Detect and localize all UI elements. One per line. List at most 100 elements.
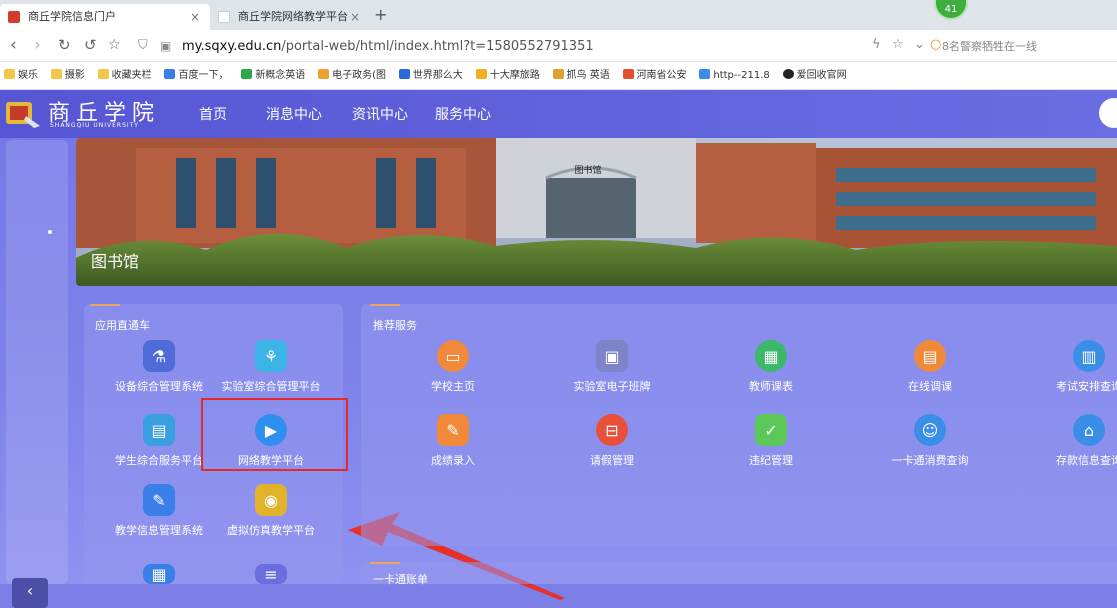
- card-accent: [90, 304, 120, 306]
- app-more-1[interactable]: ▦: [104, 564, 214, 584]
- globe-icon: [699, 69, 711, 79]
- university-logo-icon[interactable]: [4, 96, 42, 130]
- search-engine-icon: ○: [930, 37, 942, 52]
- search-input[interactable]: 8名警察牺牲在一线: [942, 38, 1037, 54]
- carousel-dot[interactable]: [48, 230, 52, 234]
- bookmark-item[interactable]: 新概念英语: [241, 62, 305, 89]
- collapse-button[interactable]: ‹: [12, 578, 48, 608]
- bookmark-item[interactable]: 河南省公安: [622, 62, 687, 89]
- nav-news[interactable]: 资讯中心: [352, 104, 408, 124]
- browser-tab-bar: 商丘学院信息门户 × 商丘学院网络教学平台 × + 41: [0, 0, 1117, 30]
- tab-portal[interactable]: 商丘学院信息门户 ×: [0, 4, 210, 30]
- banner-caption: 图书馆: [91, 252, 140, 271]
- c-icon: [241, 69, 253, 79]
- display-board-icon: ▣: [596, 340, 628, 372]
- highlight-box: [201, 398, 348, 471]
- app-more-2[interactable]: ≡: [216, 564, 326, 584]
- url-field[interactable]: my.sqxy.edu.cn/portal-web/html/index.htm…: [182, 39, 594, 54]
- user-avatar[interactable]: [1099, 98, 1117, 128]
- site-favicon: [8, 11, 20, 23]
- service-teacher-schedule[interactable]: ▦ 教师课表: [716, 340, 826, 394]
- tab-title: 商丘学院网络教学平台: [238, 10, 348, 23]
- notification-badge[interactable]: 41: [934, 0, 968, 20]
- new-tab-button[interactable]: +: [374, 5, 387, 24]
- exam-icon: ▥: [1073, 340, 1105, 372]
- bookmark-item[interactable]: 摄影: [50, 62, 85, 89]
- left-panel: [6, 140, 68, 584]
- service-leave[interactable]: ⊟ 请假管理: [557, 414, 667, 468]
- bookmark-item[interactable]: 世界那么大: [398, 62, 463, 89]
- robot-icon: ◉: [255, 484, 287, 516]
- lightning-icon[interactable]: ϟ: [872, 37, 881, 52]
- app-virtual-sim[interactable]: ◉ 虚拟仿真教学平台: [216, 484, 326, 538]
- bookmarks-bar: 娱乐 摄影 收藏夹栏 百度一下， 新概念英语 电子政务(图 世界那么大 十大摩旅…: [0, 62, 1117, 90]
- dropdown-icon[interactable]: ⌄: [914, 37, 925, 52]
- lab-icon: ⚘: [255, 340, 287, 372]
- bookmark-item[interactable]: 十大摩旅路: [475, 62, 540, 89]
- address-bar: ‹ › ↻ ↺ ☆ ⛉ ▣ my.sqxy.edu.cn/portal-web/…: [0, 30, 1117, 62]
- chart-icon: ▦: [143, 564, 175, 584]
- service-card-query[interactable]: ☺ 一卡通消费查询: [875, 414, 985, 468]
- folder-icon: [50, 69, 62, 79]
- checkmark-icon: ✓: [755, 414, 787, 446]
- logo-subtitle: SHANGQIU UNIVERSITY: [50, 122, 139, 129]
- refresh-icon[interactable]: ↻: [58, 36, 71, 54]
- app-teaching-info[interactable]: ✎ 教学信息管理系统: [104, 484, 214, 538]
- grade-entry-icon: ✎: [437, 414, 469, 446]
- reschedule-icon: ▤: [914, 340, 946, 372]
- service-discipline[interactable]: ✓ 违纪管理: [716, 414, 826, 468]
- bookmark-item[interactable]: http--211.8: [699, 62, 770, 89]
- bookmark-star-icon[interactable]: ☆: [892, 37, 904, 52]
- app-lab-management[interactable]: ⚘ 实验室综合管理平台: [216, 340, 326, 394]
- service-school-home[interactable]: ▭ 学校主页: [398, 340, 508, 394]
- person-icon: [475, 69, 487, 79]
- tab-teaching-platform[interactable]: 商丘学院网络教学平台 ×: [210, 4, 370, 30]
- forward-icon[interactable]: ›: [34, 35, 41, 55]
- card-accent: [370, 304, 400, 306]
- back-icon[interactable]: ‹: [10, 35, 17, 55]
- bookmark-item[interactable]: 抓鸟 英语: [552, 62, 610, 89]
- undo-icon[interactable]: ↺: [84, 36, 97, 54]
- app-direct-title: 应用直通车: [95, 319, 150, 332]
- bookmark-item[interactable]: 收藏夹栏: [97, 62, 152, 89]
- deposit-icon: ⌂: [1073, 414, 1105, 446]
- nav-services[interactable]: 服务中心: [435, 104, 491, 124]
- nav-messages[interactable]: 消息中心: [266, 104, 322, 124]
- folder-icon: [4, 69, 15, 79]
- star-icon[interactable]: ☆: [108, 37, 121, 53]
- close-tab-icon[interactable]: ×: [190, 4, 200, 30]
- document-icon: ≡: [255, 564, 287, 584]
- card-accent: [370, 562, 400, 564]
- app-student-service[interactable]: ▤ 学生综合服务平台: [104, 414, 214, 468]
- nav-home[interactable]: 首页: [199, 104, 227, 124]
- recommend-title: 推荐服务: [373, 319, 417, 332]
- site-header: 商丘学院 SHANGQIU UNIVERSITY 首页 消息中心 资讯中心 服务…: [0, 90, 1117, 138]
- baidu-icon: [164, 69, 176, 79]
- shield-icon: ⛉: [138, 38, 148, 53]
- service-deposit[interactable]: ⌂ 存款信息查询: [1034, 414, 1117, 468]
- world-icon: [398, 69, 410, 79]
- close-tab-icon[interactable]: ×: [350, 4, 360, 30]
- library-banner[interactable]: 图书馆: [76, 138, 1117, 286]
- recycle-icon: [782, 69, 794, 79]
- card-user-icon: ☺: [914, 414, 946, 446]
- service-lab-board[interactable]: ▣ 实验室电子班牌: [557, 340, 667, 394]
- portal-page: 商丘学院 SHANGQIU UNIVERSITY 首页 消息中心 资讯中心 服务…: [0, 90, 1117, 608]
- service-exam[interactable]: ▥ 考试安排查询: [1034, 340, 1117, 394]
- url-domain: my.sqxy.edu.cn: [182, 39, 282, 54]
- service-reschedule[interactable]: ▤ 在线调课: [875, 340, 985, 394]
- student-service-icon: ▤: [143, 414, 175, 446]
- bird-icon: [552, 69, 564, 79]
- app-equipment[interactable]: ⚗ 设备综合管理系统: [104, 340, 214, 394]
- police-icon: [622, 69, 634, 79]
- page-icon: [218, 11, 230, 23]
- tab-title: 商丘学院信息门户: [28, 10, 116, 23]
- card-bill-title: 一卡通账单: [373, 573, 428, 586]
- bookmark-item[interactable]: 爱回收官网: [782, 62, 847, 89]
- url-path: /portal-web/html/index.html?t=1580552791…: [281, 39, 594, 54]
- bookmark-item[interactable]: 娱乐: [4, 62, 38, 89]
- homepage-icon: ▭: [437, 340, 469, 372]
- service-grade-entry[interactable]: ✎ 成绩录入: [398, 414, 508, 468]
- bookmark-item[interactable]: 电子政务(图: [318, 62, 386, 89]
- bookmark-item[interactable]: 百度一下，: [164, 62, 228, 89]
